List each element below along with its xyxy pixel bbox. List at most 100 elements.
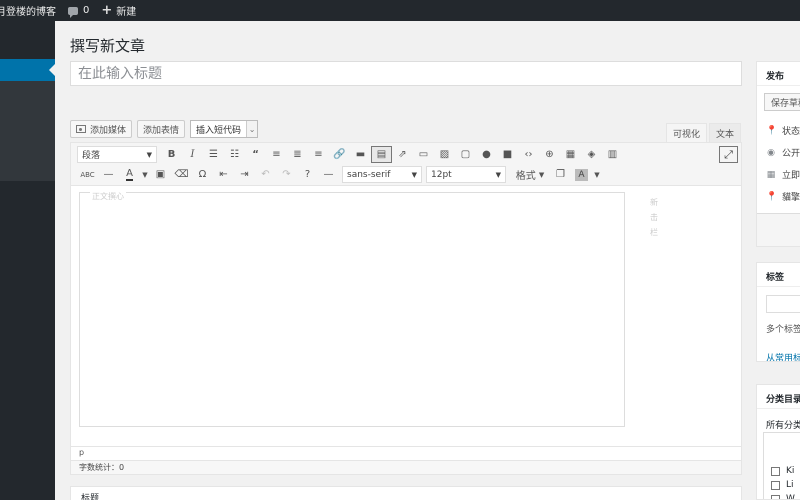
- visibility-row: ◉ 公开: [766, 146, 800, 160]
- post-title-input[interactable]: [70, 61, 742, 86]
- caret-down-icon: ▼: [411, 170, 417, 179]
- tag-input[interactable]: [766, 295, 800, 313]
- table-button[interactable]: ▦: [560, 146, 581, 163]
- shortcode-select[interactable]: 插入短代码 ⌄: [190, 120, 259, 138]
- bottom-metabox-title: 标题: [81, 494, 100, 500]
- comments-link[interactable]: 0: [62, 0, 95, 21]
- paint-bucket-icon[interactable]: ◈: [581, 146, 602, 163]
- tab-all-categories[interactable]: 所有分类: [766, 418, 800, 431]
- tab-text[interactable]: 文本: [709, 123, 742, 142]
- text-color-button[interactable]: A: [119, 166, 140, 183]
- format-menu-label: 格式: [515, 171, 536, 182]
- user-icon[interactable]: ●: [476, 146, 497, 163]
- categories-box-title: 分类目录: [757, 385, 800, 409]
- publish-box-title: 发布: [757, 62, 800, 86]
- align-right-button[interactable]: ≡: [308, 146, 329, 163]
- code-button[interactable]: ‹›: [518, 146, 539, 163]
- align-center-button[interactable]: ≣: [287, 146, 308, 163]
- toolbar-toggle-button[interactable]: ▤: [371, 146, 392, 163]
- font-size-value: 12pt: [431, 169, 452, 180]
- category-item[interactable]: W: [771, 494, 795, 499]
- content-textarea[interactable]: 正文撰心: [79, 191, 625, 427]
- add-circle-button[interactable]: ⊕: [539, 146, 560, 163]
- insert-link-button[interactable]: 🔗: [329, 146, 350, 163]
- lock-icon[interactable]: ■: [497, 146, 518, 163]
- site-name-link[interactable]: 月登楼的博客: [0, 0, 62, 21]
- save-draft-button[interactable]: 保存草稿: [764, 93, 800, 111]
- highlight-icon: A: [575, 168, 588, 181]
- blockquote-button[interactable]: “: [245, 146, 266, 163]
- category-item[interactable]: Li: [771, 480, 794, 490]
- main-content: 撰写新文章 添加媒体 添加表情 插入短代码 ⌄ 可视化 文本 段落 ▼ B I ☰: [55, 21, 800, 500]
- word-count-bar: 字数统计：0: [71, 460, 741, 474]
- chevron-down-icon: ⌄: [246, 121, 258, 137]
- font-family-select[interactable]: sans-serif ▼: [342, 166, 422, 183]
- category-label: Ki: [786, 466, 795, 476]
- background-color-button[interactable]: A: [571, 166, 592, 183]
- shortcode-label: 插入短代码: [196, 125, 242, 136]
- bold-button[interactable]: B: [161, 146, 182, 163]
- font-family-value: sans-serif: [347, 169, 391, 180]
- clear-format-button[interactable]: ⌫: [171, 166, 192, 183]
- tags-box-title: 标签: [757, 263, 800, 287]
- caret-down-icon: ▼: [146, 150, 152, 159]
- outdent-button[interactable]: ⇤: [213, 166, 234, 183]
- pin-icon: 📍: [766, 191, 778, 202]
- indent-button[interactable]: ⇥: [234, 166, 255, 183]
- copy-icon[interactable]: ❐: [550, 166, 571, 183]
- paste-text-button[interactable]: ▣: [150, 166, 171, 183]
- new-content-link[interactable]: + 新建: [95, 0, 142, 21]
- hr-button[interactable]: —: [318, 166, 339, 183]
- background-color-dropdown[interactable]: ▼: [592, 166, 602, 183]
- checkbox[interactable]: [771, 480, 780, 490]
- strikethrough-button[interactable]: ABC: [77, 166, 98, 183]
- comment-bubble-icon: [68, 6, 78, 18]
- text-color-dropdown[interactable]: ▼: [140, 166, 150, 183]
- comment-icon[interactable]: ▢: [455, 146, 476, 163]
- undo-button[interactable]: ↶: [255, 166, 276, 183]
- fullscreen-icon[interactable]: ⤢: [719, 146, 738, 163]
- add-emoji-button[interactable]: 添加表情: [137, 120, 186, 138]
- element-path: p: [79, 448, 85, 457]
- text-color-icon: A: [126, 167, 133, 181]
- seo-row: 📍 貓擎: [766, 190, 800, 204]
- add-media-label: 添加媒体: [90, 125, 127, 136]
- help-button[interactable]: ?: [297, 166, 318, 183]
- menu-item-posts-active[interactable]: [0, 59, 55, 81]
- align-left-button[interactable]: ≡: [266, 146, 287, 163]
- add-media-button[interactable]: 添加媒体: [70, 120, 133, 138]
- schedule-label: 立即: [782, 171, 800, 181]
- content-placeholder: 正文撰心: [90, 191, 126, 202]
- new-label: 新建: [116, 7, 137, 18]
- tag-note: 多个标签: [766, 325, 800, 335]
- read-more-button[interactable]: ▬: [350, 146, 371, 163]
- font-size-select[interactable]: 12pt ▼: [426, 166, 506, 183]
- eye-icon: ◉: [767, 147, 775, 158]
- redo-button[interactable]: ↷: [276, 166, 297, 183]
- image-button[interactable]: ▨: [434, 146, 455, 163]
- bullet-list-button[interactable]: ☰: [203, 146, 224, 163]
- media-buttons: 添加媒体 添加表情 插入短代码 ⌄: [70, 120, 259, 138]
- special-char-button[interactable]: Ω: [192, 166, 213, 183]
- choose-tags-link[interactable]: 从常用标签: [766, 351, 800, 361]
- embed-media-button[interactable]: ▭: [413, 146, 434, 163]
- category-item[interactable]: Ki: [771, 466, 794, 476]
- status-label: 状态: [782, 127, 800, 137]
- toolbar-row-1: 段落 ▼ B I ☰ ☷ “ ≡ ≣ ≡ 🔗 ▬ ▤ ⇗ ▭ ▨ ▢ ● ■ ‹›: [77, 146, 623, 163]
- italic-button[interactable]: I: [182, 146, 203, 163]
- publish-box: 发布 保存草稿 📍 状态 ◉ 公开 ▦ 立即 📍 貓擎: [756, 61, 800, 247]
- format-menu-button[interactable]: 格式 ▼: [510, 166, 550, 183]
- external-link-button[interactable]: ⇗: [392, 146, 413, 163]
- status-row: 📍 状态: [766, 124, 800, 138]
- checkbox[interactable]: [771, 494, 780, 499]
- seo-label: 貓擎: [782, 193, 800, 203]
- checkbox[interactable]: [771, 466, 780, 476]
- numbered-list-button[interactable]: ☷: [224, 146, 245, 163]
- paragraph-format-select[interactable]: 段落 ▼: [77, 146, 157, 163]
- horizontal-rule-button[interactable]: —: [98, 166, 119, 183]
- admin-bar: 月登楼的博客 0 + 新建: [0, 0, 800, 21]
- caret-down-icon: ▼: [495, 170, 501, 179]
- columns-button[interactable]: ▥: [602, 146, 623, 163]
- tab-visual[interactable]: 可视化: [666, 123, 708, 142]
- editor-toolbar: 段落 ▼ B I ☰ ☷ “ ≡ ≣ ≡ 🔗 ▬ ▤ ⇗ ▭ ▨ ▢ ● ■ ‹›: [71, 143, 741, 186]
